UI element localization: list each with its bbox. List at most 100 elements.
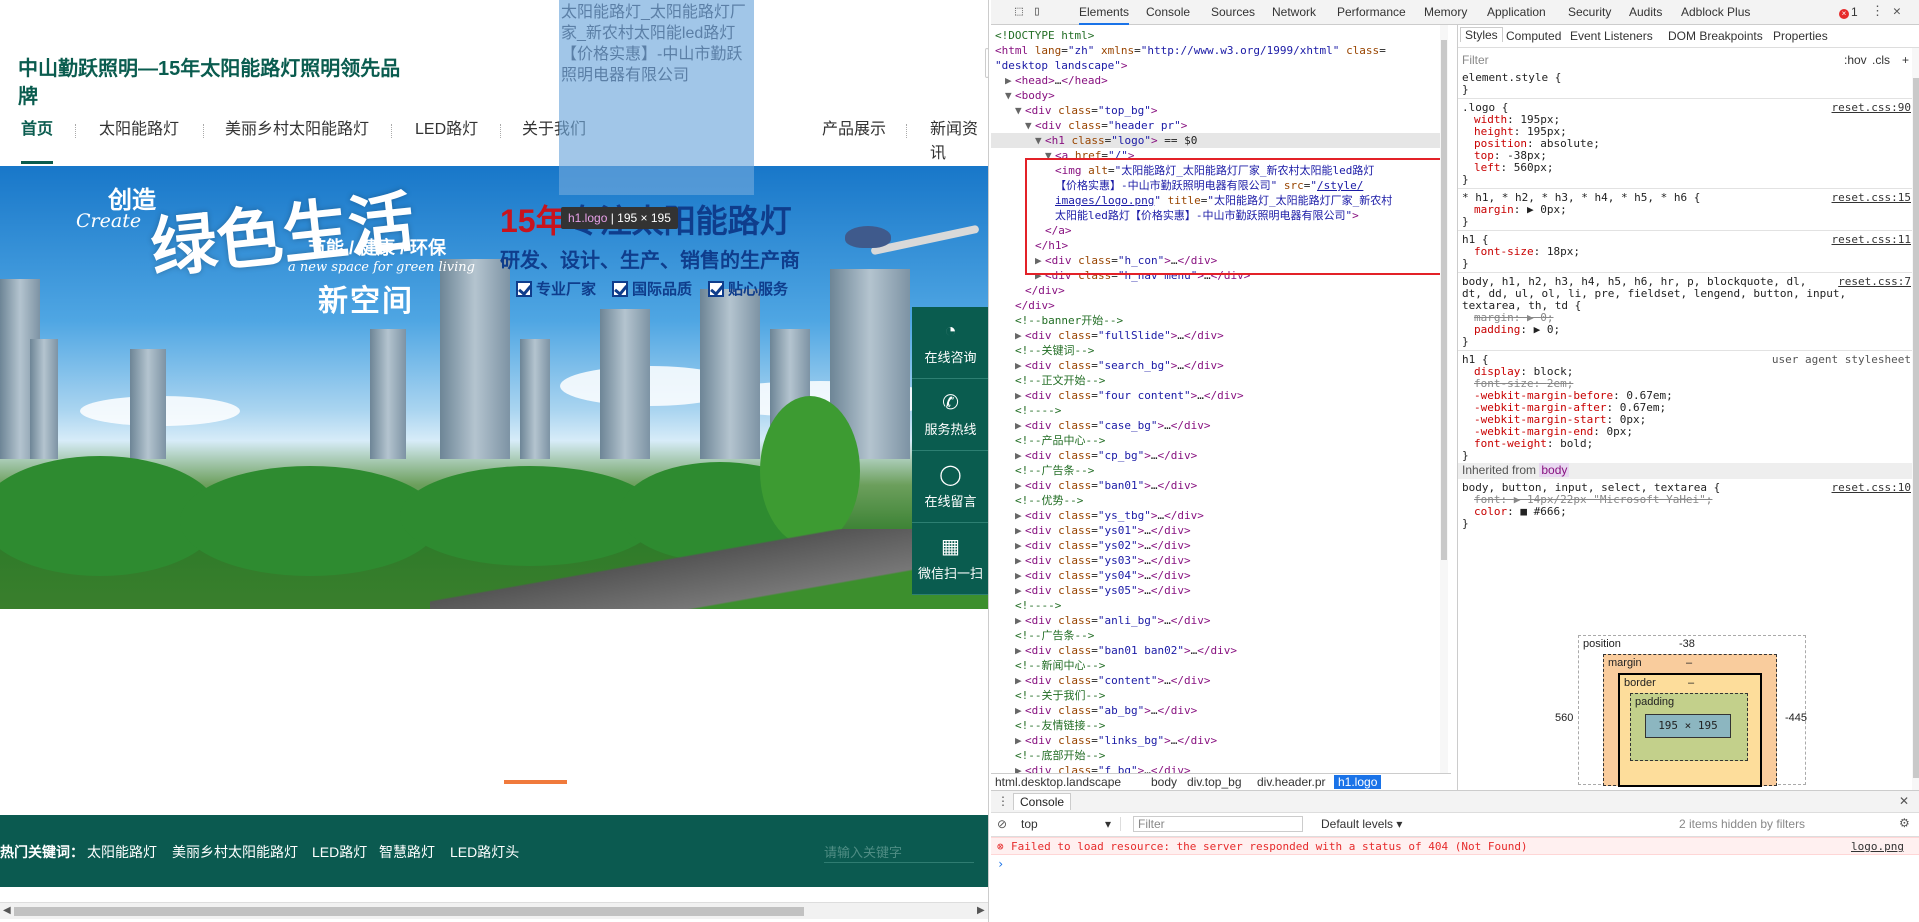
styles-scrollbar[interactable]: [1912, 48, 1919, 790]
dom-node-line[interactable]: <!DOCTYPE html>: [995, 28, 1094, 43]
scroll-right-arrow-icon[interactable]: ▶: [977, 905, 985, 916]
dom-node-line[interactable]: <html lang="zh" xmlns="http://www.w3.org…: [995, 43, 1386, 58]
stylesheet-source-link[interactable]: reset.css:7: [1838, 275, 1911, 288]
nav-item-led-light[interactable]: LED路灯: [415, 118, 478, 164]
stylesheet-source-link[interactable]: reset.css:10: [1832, 481, 1911, 494]
scrollbar-thumb[interactable]: [1913, 78, 1919, 778]
scrollbar-thumb[interactable]: [1441, 40, 1447, 560]
keyword-search-input[interactable]: 请输入关键字: [824, 842, 902, 861]
dom-node-line[interactable]: ▼ <div class="top_bg">: [1015, 103, 1157, 118]
dom-node-line[interactable]: ▶ <div class="ys04">…</div>: [1015, 568, 1191, 583]
stylesheet-source-link[interactable]: reset.css:11: [1832, 233, 1911, 246]
css-declaration[interactable]: margin: ▶ 0px;: [1474, 203, 1567, 217]
css-declaration[interactable]: font-size: 18px;: [1474, 245, 1580, 259]
error-count-badge[interactable]: × 1: [1839, 5, 1858, 19]
dom-node-line[interactable]: <!--新闻中心-->: [1015, 658, 1105, 673]
breadcrumb-item[interactable]: html.desktop.landscape: [995, 775, 1121, 789]
elements-dom-tree[interactable]: <!DOCTYPE html> <html lang="zh" xmlns="ht…: [991, 25, 1444, 773]
clear-console-icon[interactable]: ⊘: [997, 817, 1007, 831]
tab-elements[interactable]: Elements: [1079, 5, 1130, 25]
banner-pagination-dot[interactable]: [504, 780, 567, 784]
css-declaration[interactable]: left: 560px;: [1474, 161, 1554, 175]
broken-logo-image[interactable]: 太阳能路灯_太阳能路灯厂家_新农村太阳能led路灯【价格实惠】-中山市勤跃照明电…: [559, 0, 754, 195]
dom-node-line[interactable]: ▼ <body>: [1005, 88, 1055, 103]
dom-node-line[interactable]: <!--底部开始-->: [1015, 748, 1105, 763]
dom-node-line[interactable]: ▶ <div class="f_bg">…</div>: [1015, 763, 1191, 773]
nav-item-home[interactable]: 首页: [21, 118, 54, 164]
tab-event-listeners[interactable]: Event Listeners: [1570, 29, 1653, 43]
breadcrumb-item-selected[interactable]: h1.logo: [1334, 775, 1382, 789]
css-rule-close[interactable]: }: [1462, 83, 1469, 97]
scrollbar-thumb[interactable]: [14, 907, 804, 916]
sidebar-service-hotline[interactable]: ✆ 服务热线: [912, 379, 988, 451]
dom-node-line[interactable]: ▶ <div class="content">…</div>: [1015, 673, 1210, 688]
inspect-element-icon[interactable]: ⬚: [1015, 4, 1023, 19]
more-menu-icon[interactable]: ⋮: [1871, 4, 1884, 19]
dom-node-line[interactable]: </div>: [1015, 298, 1055, 313]
dom-node-line[interactable]: ▶ <div class="ys05">…</div>: [1015, 583, 1191, 598]
css-declaration[interactable]: color: ■ #666;: [1474, 505, 1567, 519]
tab-application[interactable]: Application: [1487, 5, 1546, 19]
elements-scrollbar[interactable]: [1440, 25, 1448, 773]
tab-sources[interactable]: Sources: [1211, 5, 1255, 19]
new-rule-button[interactable]: +: [1902, 53, 1909, 67]
css-declaration[interactable]: padding: ▶ 0;: [1474, 323, 1560, 337]
device-toggle-icon[interactable]: ▯: [1033, 4, 1041, 19]
breadcrumb-item[interactable]: div.top_bg: [1187, 775, 1242, 789]
tab-properties[interactable]: Properties: [1773, 29, 1828, 43]
css-declaration[interactable]: font-weight: bold;: [1474, 437, 1593, 451]
css-rule-close[interactable]: }: [1462, 335, 1469, 349]
tab-adblock-plus[interactable]: Adblock Plus: [1681, 5, 1750, 19]
dom-node-line[interactable]: ▶ <div class="fullSlide">…</div>: [1015, 328, 1224, 343]
nav-item-products[interactable]: 产品展示: [822, 118, 886, 164]
tab-console[interactable]: Console: [1146, 5, 1190, 19]
sidebar-wechat-scan[interactable]: ▦ 微信扫一扫: [912, 523, 988, 595]
css-rule-close[interactable]: }: [1462, 173, 1469, 187]
dom-node-line[interactable]: ▶ <div class="ys03">…</div>: [1015, 553, 1191, 568]
dom-node-line[interactable]: <!--优势-->: [1015, 493, 1083, 508]
dom-node-line[interactable]: ▶ <div class="case_bg">…</div>: [1015, 418, 1210, 433]
tab-performance[interactable]: Performance: [1337, 5, 1406, 19]
stylesheet-source-link[interactable]: reset.css:90: [1832, 101, 1911, 114]
sidebar-online-consult[interactable]: ◔ 在线咨询: [912, 307, 988, 379]
dom-node-line[interactable]: <!--友情链接-->: [1015, 718, 1105, 733]
hot-keyword-link[interactable]: 智慧路灯: [379, 842, 435, 862]
dom-node-line[interactable]: <!--广告条-->: [1015, 628, 1094, 643]
hot-keyword-link[interactable]: 太阳能路灯: [87, 842, 157, 862]
dom-node-line[interactable]: ▶ <div class="ab_bg">…</div>: [1015, 703, 1197, 718]
page-scroll-indicator[interactable]: [985, 48, 988, 78]
hover-state-toggle[interactable]: :hov: [1844, 53, 1867, 67]
dom-node-line[interactable]: <!--关键词-->: [1015, 343, 1094, 358]
dom-node-line[interactable]: </div>: [1025, 283, 1065, 298]
tab-console-drawer[interactable]: Console: [1013, 793, 1072, 810]
dom-node-line[interactable]: <!--关于我们-->: [1015, 688, 1105, 703]
dom-node-line[interactable]: <!--广告条-->: [1015, 463, 1094, 478]
inherited-element-link[interactable]: body: [1539, 463, 1570, 477]
dom-node-line[interactable]: ▶ <div class="ban01">…</div>: [1015, 478, 1197, 493]
dom-node-line[interactable]: ▶ <div class="cp_bg">…</div>: [1015, 448, 1197, 463]
tab-audits[interactable]: Audits: [1629, 5, 1662, 19]
console-filter-input[interactable]: Filter: [1133, 816, 1303, 832]
tab-dom-breakpoints[interactable]: DOM Breakpoints: [1668, 29, 1763, 43]
css-rule-close[interactable]: }: [1462, 215, 1469, 229]
console-error-source-link[interactable]: logo.png: [1851, 838, 1904, 855]
tab-styles[interactable]: Styles: [1460, 27, 1503, 42]
console-context-select[interactable]: top ▾: [1021, 817, 1121, 831]
tab-network[interactable]: Network: [1272, 5, 1316, 19]
css-rule-close[interactable]: }: [1462, 517, 1469, 531]
tab-computed[interactable]: Computed: [1506, 29, 1561, 43]
dom-node-line[interactable]: ▶ <div class="links_bg">…</div>: [1015, 733, 1217, 748]
nav-item-solar-street-light[interactable]: 太阳能路灯: [99, 118, 179, 164]
dom-node-line[interactable]: ▶ <div class="ban01 ban02">…</div>: [1015, 643, 1237, 658]
tab-memory[interactable]: Memory: [1424, 5, 1467, 19]
dom-node-line[interactable]: ▶ <div class="anli_bg">…</div>: [1015, 613, 1210, 628]
breadcrumb-item[interactable]: body: [1151, 775, 1177, 789]
dom-node-line[interactable]: ▶ <div class="ys02">…</div>: [1015, 538, 1191, 553]
hot-keyword-link[interactable]: LED路灯: [312, 842, 367, 862]
hot-keyword-link[interactable]: LED路灯头: [450, 842, 519, 862]
dom-node-line[interactable]: "desktop landscape">: [995, 58, 1127, 73]
close-devtools-icon[interactable]: ✕: [1893, 4, 1901, 19]
dom-node-line[interactable]: ▶ <div class="search_bg">…</div>: [1015, 358, 1224, 373]
css-selector[interactable]: element.style {: [1462, 71, 1561, 85]
sidebar-online-message[interactable]: ◯ 在线留言: [912, 451, 988, 523]
